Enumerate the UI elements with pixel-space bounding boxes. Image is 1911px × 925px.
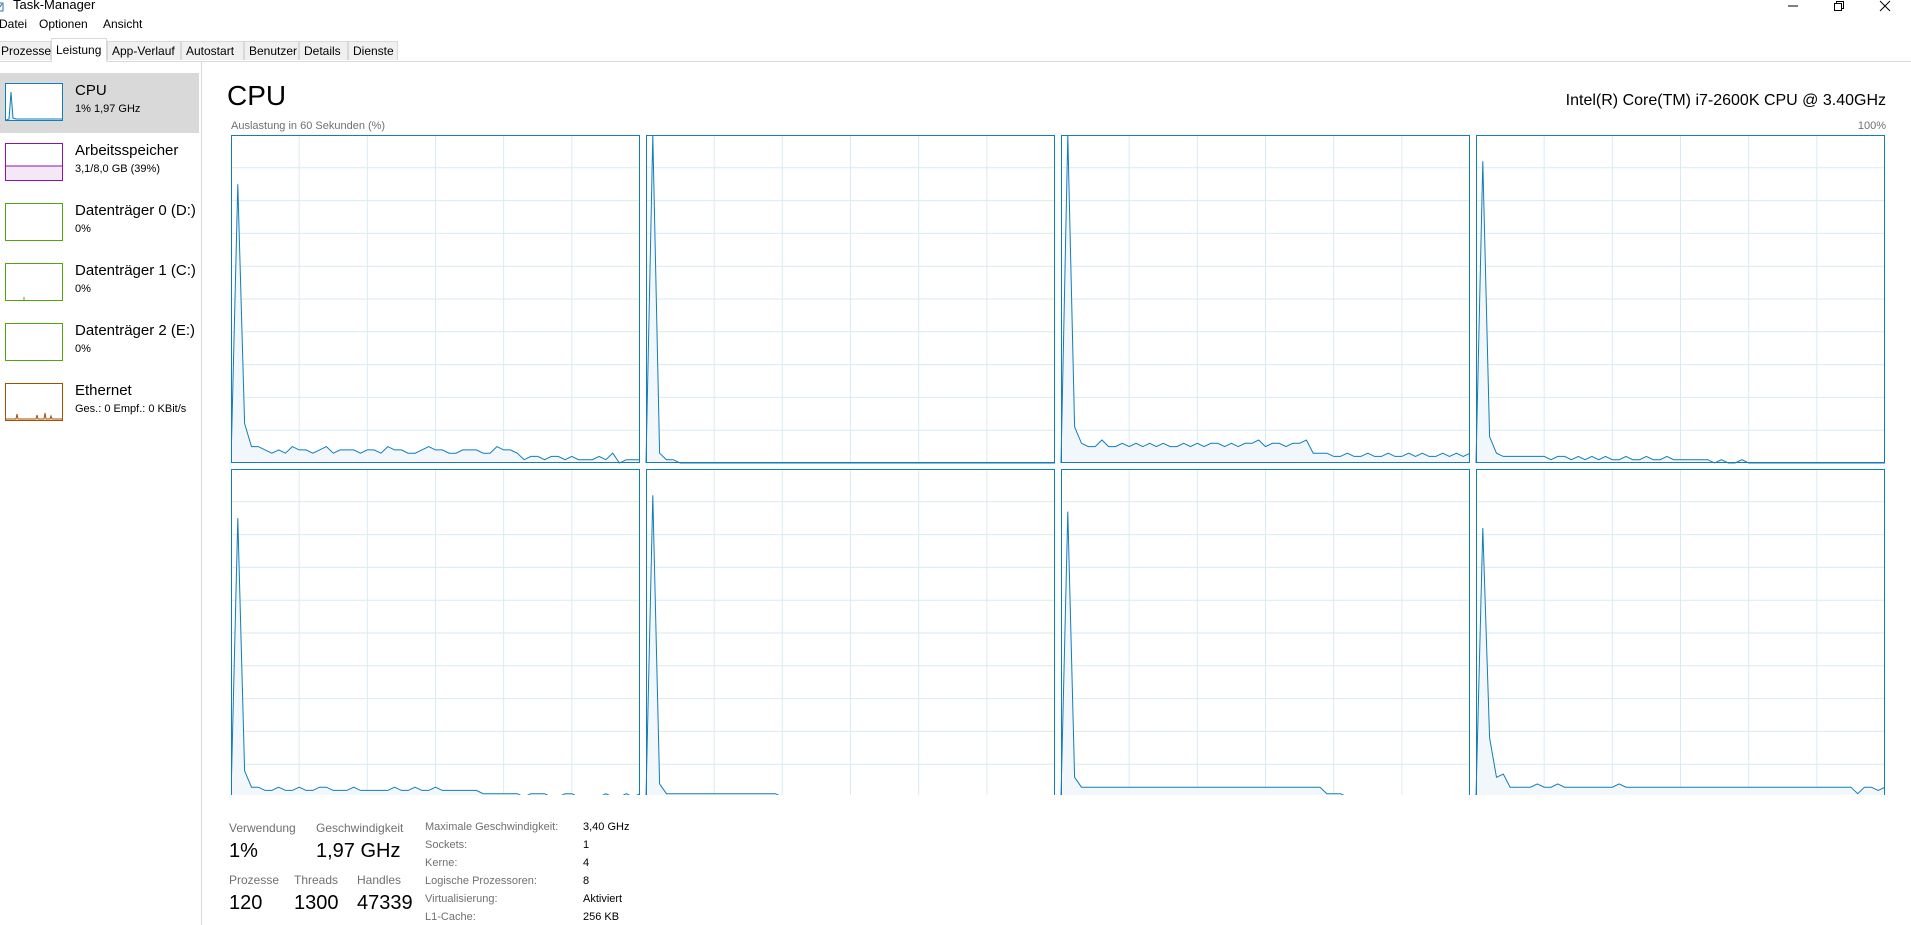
window-title: Task-Manager xyxy=(13,0,96,12)
speed-value: 1,97 GHz xyxy=(316,840,401,862)
usage-value: 1% xyxy=(229,840,258,862)
sidebar-item-label: Ethernet xyxy=(75,382,132,399)
memory-thumbnail-graph xyxy=(5,143,63,181)
close-icon xyxy=(1879,0,1891,12)
logical-processor-graph-7 xyxy=(1475,469,1886,795)
handles-value: 47339 xyxy=(357,892,413,914)
detail-value: 4 xyxy=(583,857,590,869)
resource-sidebar: CPU 1% 1,97 GHz Arbeitsspeicher 3,1/8,0 … xyxy=(0,61,202,925)
ethernet-thumbnail-graph xyxy=(5,383,63,421)
threads-label: Threads xyxy=(294,873,339,887)
tab-details[interactable]: Details xyxy=(299,41,348,60)
sidebar-item-value: 1% 1,97 GHz xyxy=(75,103,141,115)
sidebar-item-label: Arbeitsspeicher xyxy=(75,142,179,159)
detail-label: L1-Cache: xyxy=(425,911,476,923)
processes-value: 120 xyxy=(229,892,263,914)
restore-button[interactable] xyxy=(1816,0,1862,14)
sidebar-item-value: Ges.: 0 Empf.: 0 KBit/s xyxy=(75,403,187,415)
tab-benutzer[interactable]: Benutzer xyxy=(244,41,299,60)
task-manager-icon xyxy=(0,0,4,12)
detail-label: Sockets: xyxy=(425,839,468,851)
detail-value: 256 KB xyxy=(583,911,620,923)
cpu-graph-grid xyxy=(231,135,1886,795)
tab-prozesse[interactable]: Prozesse xyxy=(0,41,51,60)
disk-1-thumbnail-graph xyxy=(5,263,63,301)
minimize-icon xyxy=(1788,5,1798,7)
utilization-max-label: 100% xyxy=(1857,120,1886,132)
threads-value: 1300 xyxy=(294,892,339,914)
tab-leistung[interactable]: Leistung xyxy=(51,38,107,62)
minimize-button[interactable] xyxy=(1770,0,1816,14)
logical-processor-graphs xyxy=(231,135,1886,795)
logical-processor-graph-5 xyxy=(645,469,1055,795)
sidebar-item-value: 0% xyxy=(75,283,91,295)
logical-processor-graph-2 xyxy=(1060,135,1471,464)
sidebar-item-memory[interactable]: Arbeitsspeicher 3,1/8,0 GB (39%) xyxy=(0,133,199,193)
processes-label: Prozesse xyxy=(229,873,280,887)
tab-dienste[interactable]: Dienste xyxy=(348,41,398,60)
menu-datei[interactable]: Datei xyxy=(0,17,27,31)
sidebar-item-label: Datenträger 1 (C:) xyxy=(75,262,196,279)
detail-label: Kerne: xyxy=(425,857,458,869)
tab-app-verlauf[interactable]: App-Verlauf xyxy=(107,41,181,60)
logical-processor-graph-1 xyxy=(645,135,1055,464)
detail-value: 3,40 GHz xyxy=(583,821,630,833)
title-bar: Task-Manager xyxy=(0,0,1911,17)
detail-value: 1 xyxy=(583,839,590,851)
sidebar-item-disk-2[interactable]: Datenträger 2 (E:) 0% xyxy=(0,313,199,373)
menu-optionen[interactable]: Optionen xyxy=(39,17,88,31)
sidebar-item-label: Datenträger 0 (D:) xyxy=(75,202,196,219)
cpu-thumbnail-graph xyxy=(5,83,63,121)
sidebar-item-value: 3,1/8,0 GB (39%) xyxy=(75,163,160,175)
logical-processor-graph-6 xyxy=(1060,469,1470,795)
sidebar-item-cpu[interactable]: CPU 1% 1,97 GHz xyxy=(0,73,199,133)
logical-processor-graph-3 xyxy=(1475,135,1885,464)
detail-label: Logische Prozessoren: xyxy=(425,875,537,887)
sidebar-item-disk-0[interactable]: Datenträger 0 (D:) 0% xyxy=(0,193,199,253)
utilization-axis-label: Auslastung in 60 Sekunden (%) xyxy=(231,120,386,132)
speed-label: Geschwindigkeit xyxy=(316,821,404,835)
cpu-model-name: Intel(R) Core(TM) i7-2600K CPU @ 3.40GHz xyxy=(1565,92,1886,109)
logical-processor-graph-4 xyxy=(231,469,641,795)
sidebar-item-ethernet[interactable]: Ethernet Ges.: 0 Empf.: 0 KBit/s xyxy=(0,373,199,433)
page-title: CPU xyxy=(227,80,287,111)
logical-processor-graph-0 xyxy=(231,135,640,464)
detail-value: Aktiviert xyxy=(583,893,623,905)
detail-label: Maximale Geschwindigkeit: xyxy=(425,821,559,833)
tab-bar: Prozesse Leistung App-Verlauf Autostart … xyxy=(0,37,1911,62)
sidebar-item-label: CPU xyxy=(75,82,107,99)
tab-autostart[interactable]: Autostart xyxy=(181,41,244,60)
restore-icon xyxy=(1834,1,1844,11)
handles-label: Handles xyxy=(357,873,402,887)
sidebar-item-disk-1[interactable]: Datenträger 1 (C:) 0% xyxy=(0,253,199,313)
usage-label: Verwendung xyxy=(229,821,296,835)
sidebar-item-label: Datenträger 2 (E:) xyxy=(75,322,196,339)
detail-value: 8 xyxy=(583,875,590,887)
detail-label: Virtualisierung: xyxy=(425,893,498,905)
disk-0-thumbnail-graph xyxy=(5,203,63,241)
menu-ansicht[interactable]: Ansicht xyxy=(103,17,142,31)
sidebar-item-value: 0% xyxy=(75,343,91,355)
close-button[interactable] xyxy=(1862,0,1908,14)
sidebar-item-value: 0% xyxy=(75,223,91,235)
disk-2-thumbnail-graph xyxy=(5,323,63,361)
